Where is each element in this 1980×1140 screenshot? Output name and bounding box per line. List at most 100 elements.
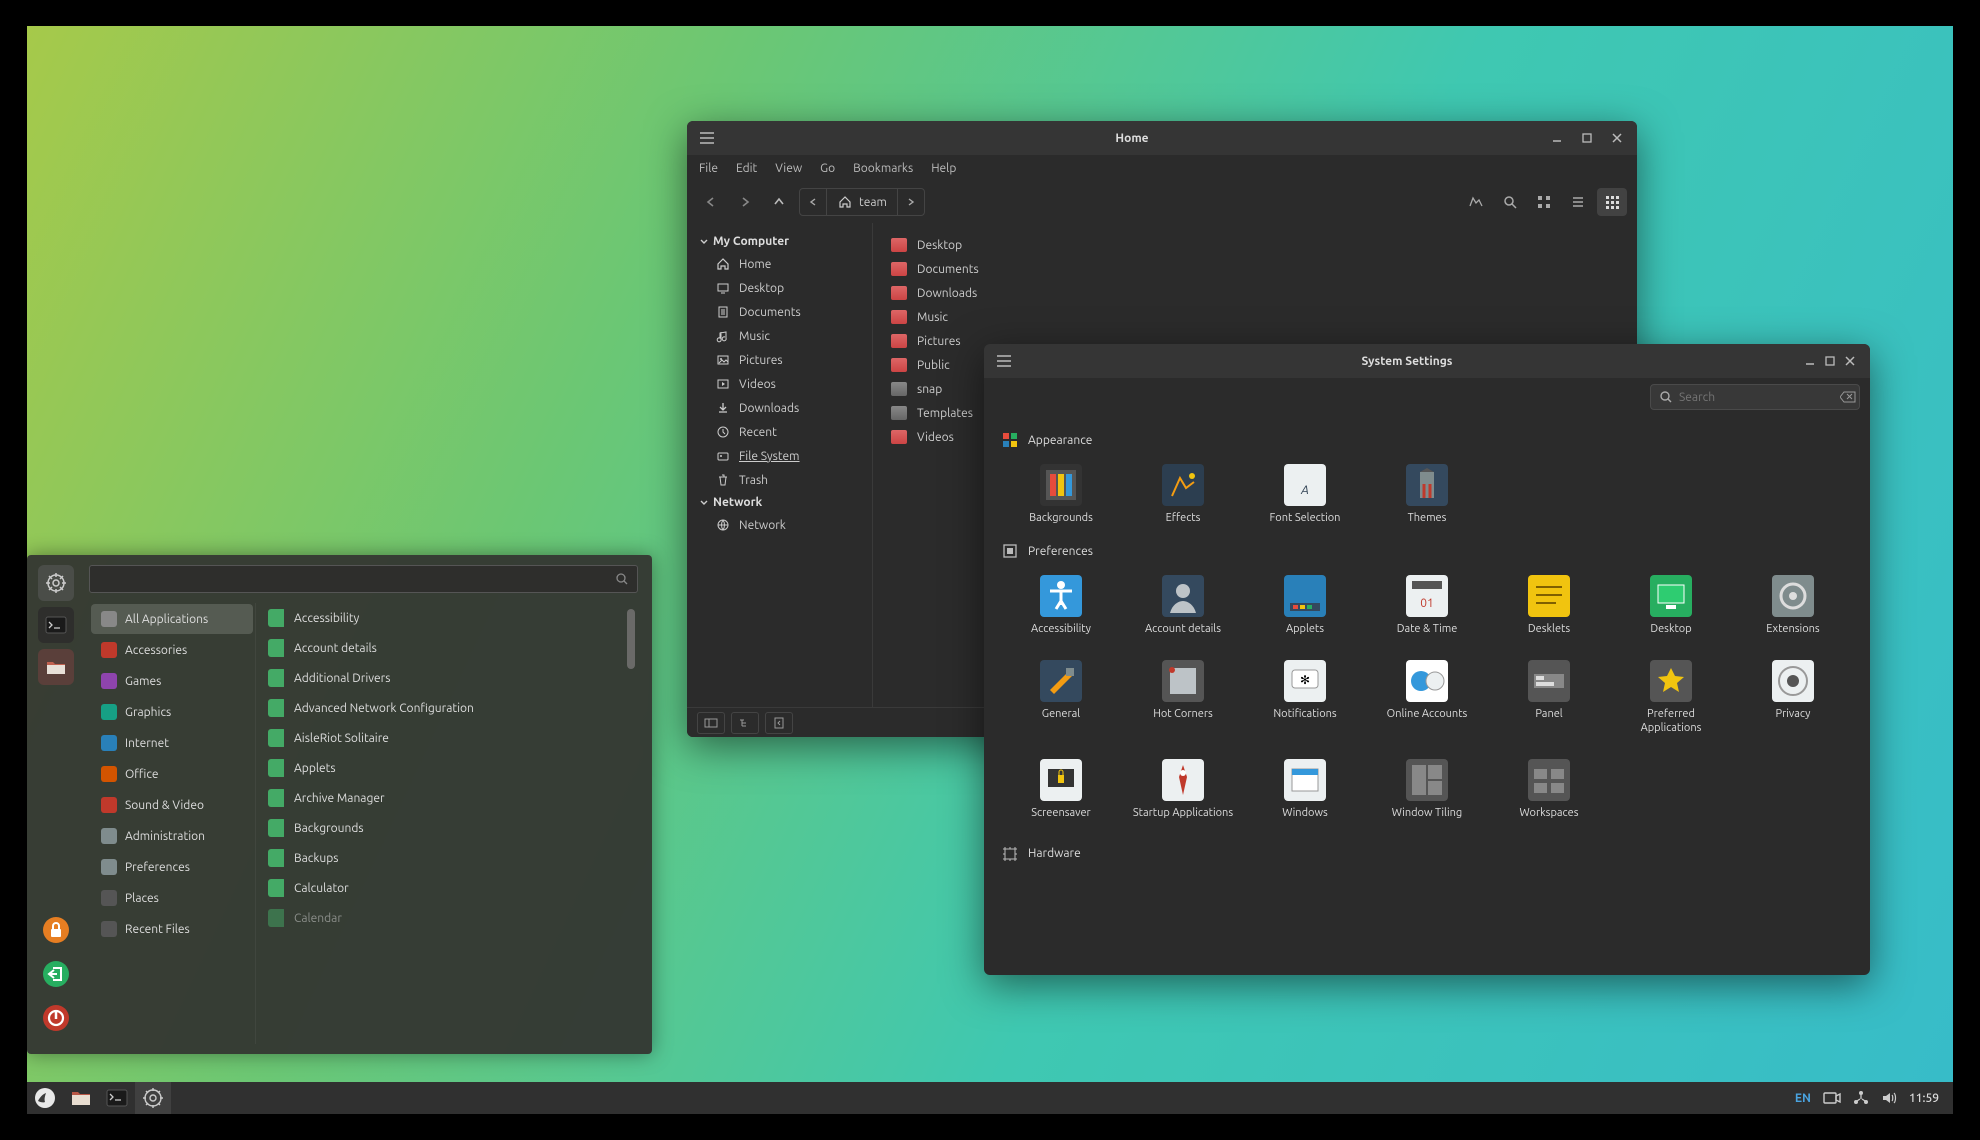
terminal-launcher[interactable]: [99, 1082, 135, 1114]
sidebar-item[interactable]: Network: [687, 513, 872, 537]
sidebar-item[interactable]: File System: [687, 444, 872, 468]
menu-go[interactable]: Go: [820, 162, 835, 175]
clock[interactable]: 11:59: [1909, 1092, 1939, 1105]
settings-item[interactable]: Accessibility: [1002, 569, 1120, 642]
back-button[interactable]: [697, 188, 725, 216]
sidebar-item[interactable]: Recent: [687, 420, 872, 444]
settings-item[interactable]: Privacy: [1734, 654, 1852, 740]
menu-category[interactable]: Internet: [91, 728, 253, 758]
menu-category[interactable]: Graphics: [91, 697, 253, 727]
folder-item[interactable]: Music: [887, 305, 1623, 329]
folder-item[interactable]: Desktop: [887, 233, 1623, 257]
settings-item[interactable]: Account details: [1124, 569, 1242, 642]
menu-category[interactable]: All Applications: [91, 604, 253, 634]
settings-item[interactable]: Desklets: [1490, 569, 1608, 642]
close-sidebar-button[interactable]: [765, 712, 793, 734]
menu-app[interactable]: Backups: [256, 843, 624, 873]
settings-item[interactable]: Effects: [1124, 458, 1242, 531]
list-view-button[interactable]: [1563, 188, 1593, 216]
settings-item[interactable]: Startup Applications: [1124, 753, 1242, 826]
settings-item[interactable]: Extensions: [1734, 569, 1852, 642]
maximize-button[interactable]: [1820, 351, 1840, 371]
menu-category[interactable]: Accessories: [91, 635, 253, 665]
network-tray-icon[interactable]: [1853, 1090, 1869, 1106]
show-treeview-button[interactable]: [731, 712, 759, 734]
clear-icon[interactable]: [1840, 391, 1856, 403]
close-button[interactable]: [1607, 128, 1627, 148]
hamburger-icon[interactable]: [994, 351, 1014, 371]
settings-item[interactable]: Backgrounds: [1002, 458, 1120, 531]
menu-app[interactable]: Calculator: [256, 873, 624, 903]
folder-item[interactable]: Documents: [887, 257, 1623, 281]
search-button[interactable]: [1495, 188, 1525, 216]
icon-view-button[interactable]: [1529, 188, 1559, 216]
compact-view-button[interactable]: [1597, 188, 1627, 216]
settings-item[interactable]: Desktop: [1612, 569, 1730, 642]
menu-terminal-button[interactable]: [38, 607, 74, 643]
menu-search-input[interactable]: [98, 573, 615, 586]
keyboard-layout-indicator[interactable]: EN: [1795, 1092, 1811, 1105]
menu-file[interactable]: File: [699, 162, 718, 175]
sidebar-item[interactable]: Desktop: [687, 276, 872, 300]
menu-app[interactable]: Applets: [256, 753, 624, 783]
sidebar-item[interactable]: Videos: [687, 372, 872, 396]
menu-category[interactable]: Preferences: [91, 852, 253, 882]
settings-launcher[interactable]: [135, 1082, 171, 1114]
forward-button[interactable]: [731, 188, 759, 216]
menu-app[interactable]: Account details: [256, 633, 624, 663]
menu-category[interactable]: Sound & Video: [91, 790, 253, 820]
hamburger-icon[interactable]: [697, 128, 717, 148]
settings-item[interactable]: Panel: [1490, 654, 1608, 740]
menu-edit[interactable]: Edit: [736, 162, 757, 175]
settings-item[interactable]: Windows: [1246, 753, 1364, 826]
maximize-button[interactable]: [1577, 128, 1597, 148]
files-launcher[interactable]: [63, 1082, 99, 1114]
close-button[interactable]: [1840, 351, 1860, 371]
menu-app[interactable]: AisleRiot Solitaire: [256, 723, 624, 753]
menu-search[interactable]: [89, 565, 638, 593]
menu-app[interactable]: Archive Manager: [256, 783, 624, 813]
settings-item[interactable]: ✻Notifications: [1246, 654, 1364, 740]
sidebar-item[interactable]: Documents: [687, 300, 872, 324]
camera-tray-icon[interactable]: [1823, 1091, 1841, 1105]
menu-settings-button[interactable]: [38, 565, 74, 601]
show-places-button[interactable]: [697, 712, 725, 734]
menu-power-button[interactable]: [38, 1000, 74, 1036]
menu-app[interactable]: Advanced Network Configuration: [256, 693, 624, 723]
sidebar-item[interactable]: Home: [687, 252, 872, 276]
menu-bookmarks[interactable]: Bookmarks: [853, 162, 913, 175]
toggle-location-button[interactable]: [1461, 188, 1491, 216]
settings-item[interactable]: AFont Selection: [1246, 458, 1364, 531]
menu-category[interactable]: Recent Files: [91, 914, 253, 944]
menu-category[interactable]: Games: [91, 666, 253, 696]
menu-view[interactable]: View: [775, 162, 802, 175]
menu-scrollbar[interactable]: [624, 603, 638, 1044]
settings-search[interactable]: [1650, 384, 1860, 410]
up-button[interactable]: [765, 188, 793, 216]
volume-tray-icon[interactable]: [1881, 1090, 1897, 1106]
menu-button[interactable]: [27, 1082, 63, 1114]
settings-item[interactable]: General: [1002, 654, 1120, 740]
folder-item[interactable]: Downloads: [887, 281, 1623, 305]
fm-titlebar[interactable]: Home: [687, 121, 1637, 155]
menu-files-button[interactable]: [38, 649, 74, 685]
sidebar-my-computer[interactable]: My Computer: [687, 231, 872, 252]
settings-search-input[interactable]: [1679, 391, 1834, 404]
sidebar-item[interactable]: Downloads: [687, 396, 872, 420]
settings-item[interactable]: Themes: [1368, 458, 1486, 531]
menu-app[interactable]: Backgrounds: [256, 813, 624, 843]
sidebar-item[interactable]: Pictures: [687, 348, 872, 372]
minimize-button[interactable]: [1547, 128, 1567, 148]
ss-titlebar[interactable]: System Settings: [984, 344, 1870, 378]
sidebar-item[interactable]: Trash: [687, 468, 872, 492]
menu-app[interactable]: Calendar: [256, 903, 624, 933]
settings-item[interactable]: Window Tiling: [1368, 753, 1486, 826]
minimize-button[interactable]: [1800, 351, 1820, 371]
menu-category[interactable]: Places: [91, 883, 253, 913]
settings-item[interactable]: Online Accounts: [1368, 654, 1486, 740]
sidebar-item[interactable]: Music: [687, 324, 872, 348]
settings-item[interactable]: 01Date & Time: [1368, 569, 1486, 642]
sidebar-network[interactable]: Network: [687, 492, 872, 513]
breadcrumb[interactable]: team: [799, 188, 925, 216]
menu-app[interactable]: Additional Drivers: [256, 663, 624, 693]
